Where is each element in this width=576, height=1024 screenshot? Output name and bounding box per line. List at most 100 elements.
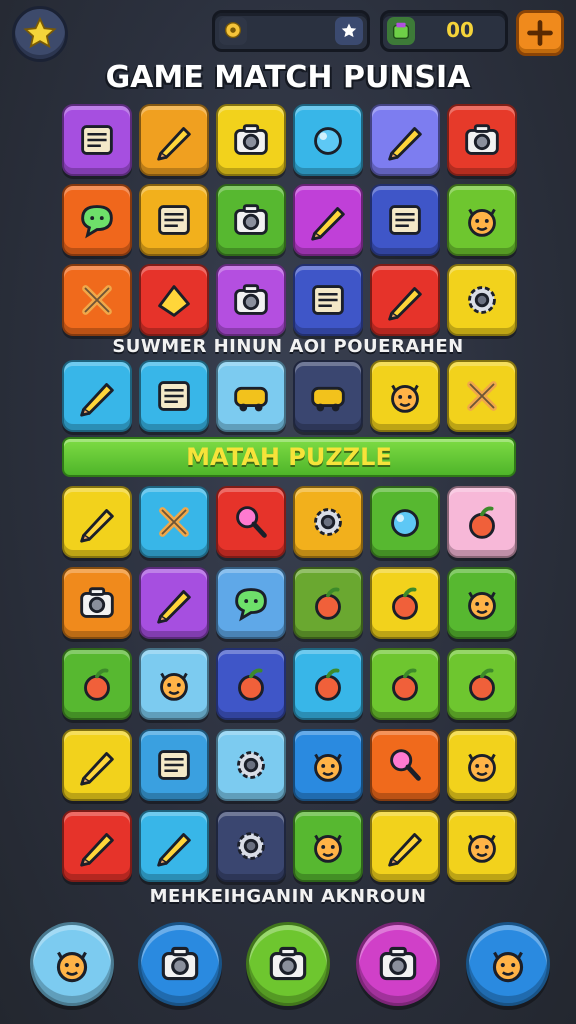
propeller-icon (468, 286, 496, 314)
tile-r6-c6[interactable] (447, 567, 517, 639)
tile-r6-c3[interactable] (216, 567, 286, 639)
photo-camera-icon (269, 946, 307, 981)
chat-face-icon (56, 951, 88, 983)
tile-r2-c3[interactable] (216, 184, 286, 256)
dock-button-3[interactable] (246, 922, 330, 1006)
browser-icon (158, 750, 190, 780)
tile-r8-c6[interactable] (447, 729, 517, 801)
ban-icon (467, 381, 497, 411)
tile-r7-c6[interactable] (447, 648, 517, 720)
tile-r1-c2[interactable] (139, 104, 209, 176)
dock-button-1[interactable] (30, 922, 114, 1006)
tile-r2-c5[interactable] (370, 184, 440, 256)
tile-r9-c5[interactable] (370, 810, 440, 882)
tile-r7-c2[interactable] (139, 648, 209, 720)
tile-r1-c4[interactable] (293, 104, 363, 176)
tile-r4-c4[interactable] (293, 360, 363, 432)
tile-r5-c6[interactable] (447, 486, 517, 558)
orange-icon (315, 668, 341, 701)
briefcase-icon (234, 124, 268, 155)
star-badge-icon (335, 17, 363, 45)
tile-r8-c1[interactable] (62, 729, 132, 801)
speech-icon (235, 588, 267, 622)
tile-r6-c2[interactable] (139, 567, 209, 639)
tile-r9-c2[interactable] (139, 810, 209, 882)
tile-r1-c6[interactable] (447, 104, 517, 176)
coins-bar: 00 (380, 10, 508, 52)
puzzle-banner: MATAH PUZZLE (62, 437, 516, 477)
melon-icon (469, 506, 495, 539)
tile-r8-c2[interactable] (139, 729, 209, 801)
add-coins-button[interactable] (516, 10, 564, 56)
star-button[interactable] (12, 6, 68, 62)
apple-icon (238, 668, 264, 701)
tile-r8-c5[interactable] (370, 729, 440, 801)
tile-r4-c5[interactable] (370, 360, 440, 432)
tile-r2-c2[interactable] (139, 184, 209, 256)
fruit-icon (84, 668, 110, 701)
face-icon (468, 208, 496, 237)
tile-r3-c3[interactable] (216, 264, 286, 336)
tile-r4-c1[interactable] (62, 360, 132, 432)
tile-r3-c2[interactable] (139, 264, 209, 336)
crossed-swords-icon (159, 507, 189, 537)
star-icon (23, 16, 57, 49)
gem-icon (387, 17, 415, 45)
tile-r5-c2[interactable] (139, 486, 209, 558)
sun-face-icon (160, 672, 188, 701)
frame-icon (158, 381, 190, 411)
tile-r3-c1[interactable] (62, 264, 132, 336)
palm-tree-icon (469, 668, 495, 701)
tile-r2-c4[interactable] (293, 184, 363, 256)
tile-r4-c3[interactable] (216, 360, 286, 432)
tile-r1-c1[interactable] (62, 104, 132, 176)
coins-value: 00 (446, 18, 474, 42)
crayon-icon (388, 833, 422, 867)
tile-r2-c6[interactable] (447, 184, 517, 256)
tile-r8-c3[interactable] (216, 729, 286, 801)
bag-icon (234, 284, 268, 315)
gear-flower-icon (314, 508, 342, 536)
tile-r5-c3[interactable] (216, 486, 286, 558)
tile-r7-c5[interactable] (370, 648, 440, 720)
tile-r9-c4[interactable] (293, 810, 363, 882)
tile-r6-c1[interactable] (62, 567, 132, 639)
tile-r5-c5[interactable] (370, 486, 440, 558)
dock-button-4[interactable] (356, 922, 440, 1006)
tile-grid-middle (62, 360, 517, 432)
tile-r1-c5[interactable] (370, 104, 440, 176)
pencil-icon (388, 127, 422, 161)
spiky-fruit-icon (392, 668, 418, 701)
tile-r8-c4[interactable] (293, 729, 363, 801)
tile-r1-c3[interactable] (216, 104, 286, 176)
tile-r3-c5[interactable] (370, 264, 440, 336)
tile-r9-c1[interactable] (62, 810, 132, 882)
tile-r6-c4[interactable] (293, 567, 363, 639)
tile-r5-c1[interactable] (62, 486, 132, 558)
feather-icon (80, 383, 114, 417)
notepad-icon (81, 125, 113, 155)
tile-r7-c3[interactable] (216, 648, 286, 720)
tile-r3-c4[interactable] (293, 264, 363, 336)
pizza-icon (315, 587, 341, 620)
suitcase-icon (161, 946, 199, 981)
tile-r4-c2[interactable] (139, 360, 209, 432)
dock-button-5[interactable] (466, 922, 550, 1006)
plane-icon (80, 752, 114, 786)
tile-r3-c6[interactable] (447, 264, 517, 336)
trophy-icon (219, 17, 247, 45)
tile-r9-c3[interactable] (216, 810, 286, 882)
palm-star-icon (392, 587, 418, 620)
cat-face-icon (468, 834, 496, 863)
dock-button-2[interactable] (138, 922, 222, 1006)
tile-grid-bottom (62, 486, 517, 882)
tile-r7-c4[interactable] (293, 648, 363, 720)
section-caption-bottom: MEHKEIHGANIN AKNROUN (149, 886, 427, 907)
tile-r2-c1[interactable] (62, 184, 132, 256)
tile-r5-c4[interactable] (293, 486, 363, 558)
lives-bar (212, 10, 370, 52)
tile-r7-c1[interactable] (62, 648, 132, 720)
tile-r9-c6[interactable] (447, 810, 517, 882)
tile-r6-c5[interactable] (370, 567, 440, 639)
tile-r4-c6[interactable] (447, 360, 517, 432)
